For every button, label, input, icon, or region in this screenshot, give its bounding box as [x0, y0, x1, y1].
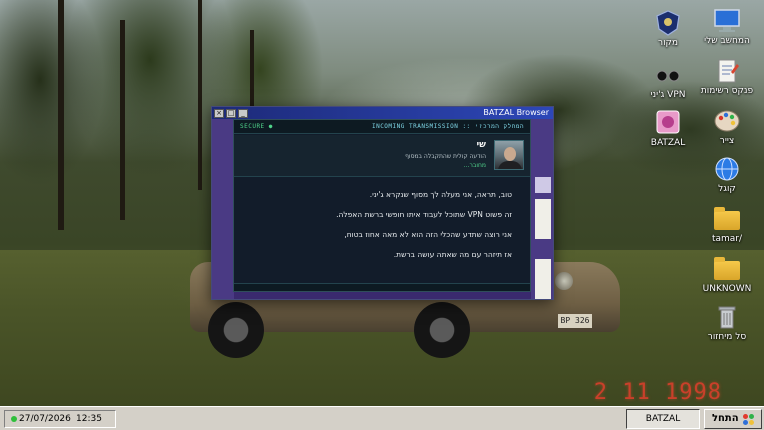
avatar	[494, 140, 524, 170]
panel-footer	[234, 283, 530, 291]
tree-trunk	[58, 0, 64, 230]
desktop-icon-label: UNKNOWN	[702, 284, 752, 294]
desktop-icon-label: המחשב שלי	[704, 36, 750, 46]
notepad-icon	[713, 58, 741, 84]
batzal-icon	[654, 110, 682, 136]
start-logo-icon	[743, 414, 755, 426]
desktop-icon-recycle-bin[interactable]: סל מיחזור	[690, 304, 764, 343]
network-status-icon	[11, 416, 17, 422]
globe-icon	[713, 156, 741, 182]
desktop-icon-kugel[interactable]: קוגל	[690, 156, 764, 195]
car-wheel	[208, 302, 264, 358]
car-wheel	[414, 302, 470, 358]
desktop-icon-label: צייר	[719, 136, 735, 146]
car-plate: BP 326	[558, 314, 592, 328]
desktop-icon-batzal[interactable]: BATZAL	[631, 110, 705, 149]
desktop-icon-vpn[interactable]: ג'יני VPN	[631, 62, 705, 101]
desktop-icon-tamar-folder[interactable]: tamar/	[690, 206, 764, 245]
vpn-glasses-icon	[654, 62, 682, 88]
desktop-icon-label: tamar/	[711, 234, 743, 244]
window-title: BATZAL Browser	[483, 108, 549, 117]
desktop-icon-label: ג'יני VPN	[650, 90, 686, 100]
sender-subtitle: הודעה קולית שהתקבלה במסוף	[405, 153, 486, 160]
desktop-icon-label: קוגל	[718, 184, 736, 194]
sender-name: שי	[476, 140, 486, 150]
desktop-icon-label: פנקס רשימות	[700, 86, 754, 96]
folder-icon	[713, 256, 741, 282]
desktop-icon-label: BATZAL	[650, 138, 686, 148]
desktop-icon-source[interactable]: מקור	[631, 10, 705, 49]
message-line: זה פשוט VPN שתוכל לעבוד איתו חופשי ברשת …	[336, 210, 512, 219]
transmission-header: SECURE ● INCOMING TRANSMISSION :: המחלק …	[234, 120, 530, 134]
recycle-bin-icon	[713, 304, 741, 330]
maximize-button[interactable]: □	[226, 108, 236, 118]
folder-icon	[713, 206, 741, 232]
tree-trunk	[120, 20, 125, 220]
taskbar-batzal-browser[interactable]: BATZAL Browser	[626, 409, 700, 429]
minimize-button[interactable]: _	[238, 108, 248, 118]
close-button[interactable]: ×	[214, 108, 224, 118]
desktop-icon-unknown-folder[interactable]: UNKNOWN	[690, 256, 764, 295]
monitor-icon	[713, 8, 741, 34]
window-titlebar[interactable]: × □ _ BATZAL Browser	[212, 107, 553, 119]
system-tray: 27/07/2026 12:35 AM	[4, 410, 116, 428]
secure-indicator: SECURE ●	[240, 123, 273, 130]
tray-clock[interactable]: 12:35 AM	[76, 411, 115, 430]
photo-date-stamp: 2 11 1998	[593, 380, 722, 405]
browser-left-panel	[212, 119, 234, 299]
emblem-icon	[654, 10, 682, 36]
incoming-transmission-panel: SECURE ● INCOMING TRANSMISSION :: המחלק …	[233, 119, 531, 292]
desktop-icon-label: סל מיחזור	[707, 332, 747, 342]
tray-date: 27/07/2026	[19, 414, 71, 424]
transmission-title: INCOMING TRANSMISSION :: המחלק המרכזי	[371, 123, 524, 130]
start-label: התחל	[712, 413, 739, 424]
desktop-icon-label: מקור	[657, 38, 679, 48]
sender-card: שי הודעה קולית שהתקבלה במסוף מחובר...	[234, 135, 530, 177]
sender-status: מחובר...	[463, 162, 486, 169]
message-line: טוב, תראה, אני מעלה לך מסוף שנקרא ג'יני.	[369, 190, 512, 199]
message-line: אני רוצה שתדע שהכלי הזה הוא לא מאה אחוז …	[344, 230, 512, 239]
browser-side-panel	[531, 119, 553, 299]
start-button[interactable]: התחל	[704, 409, 762, 429]
paint-palette-icon	[713, 108, 741, 134]
taskbar: התחל BATZAL Browser 27/07/2026 12:35 AM	[0, 406, 764, 430]
tree-trunk	[198, 0, 202, 190]
message-line: אז תיזהר עם מה שאתה עושה ברשת.	[393, 250, 512, 259]
